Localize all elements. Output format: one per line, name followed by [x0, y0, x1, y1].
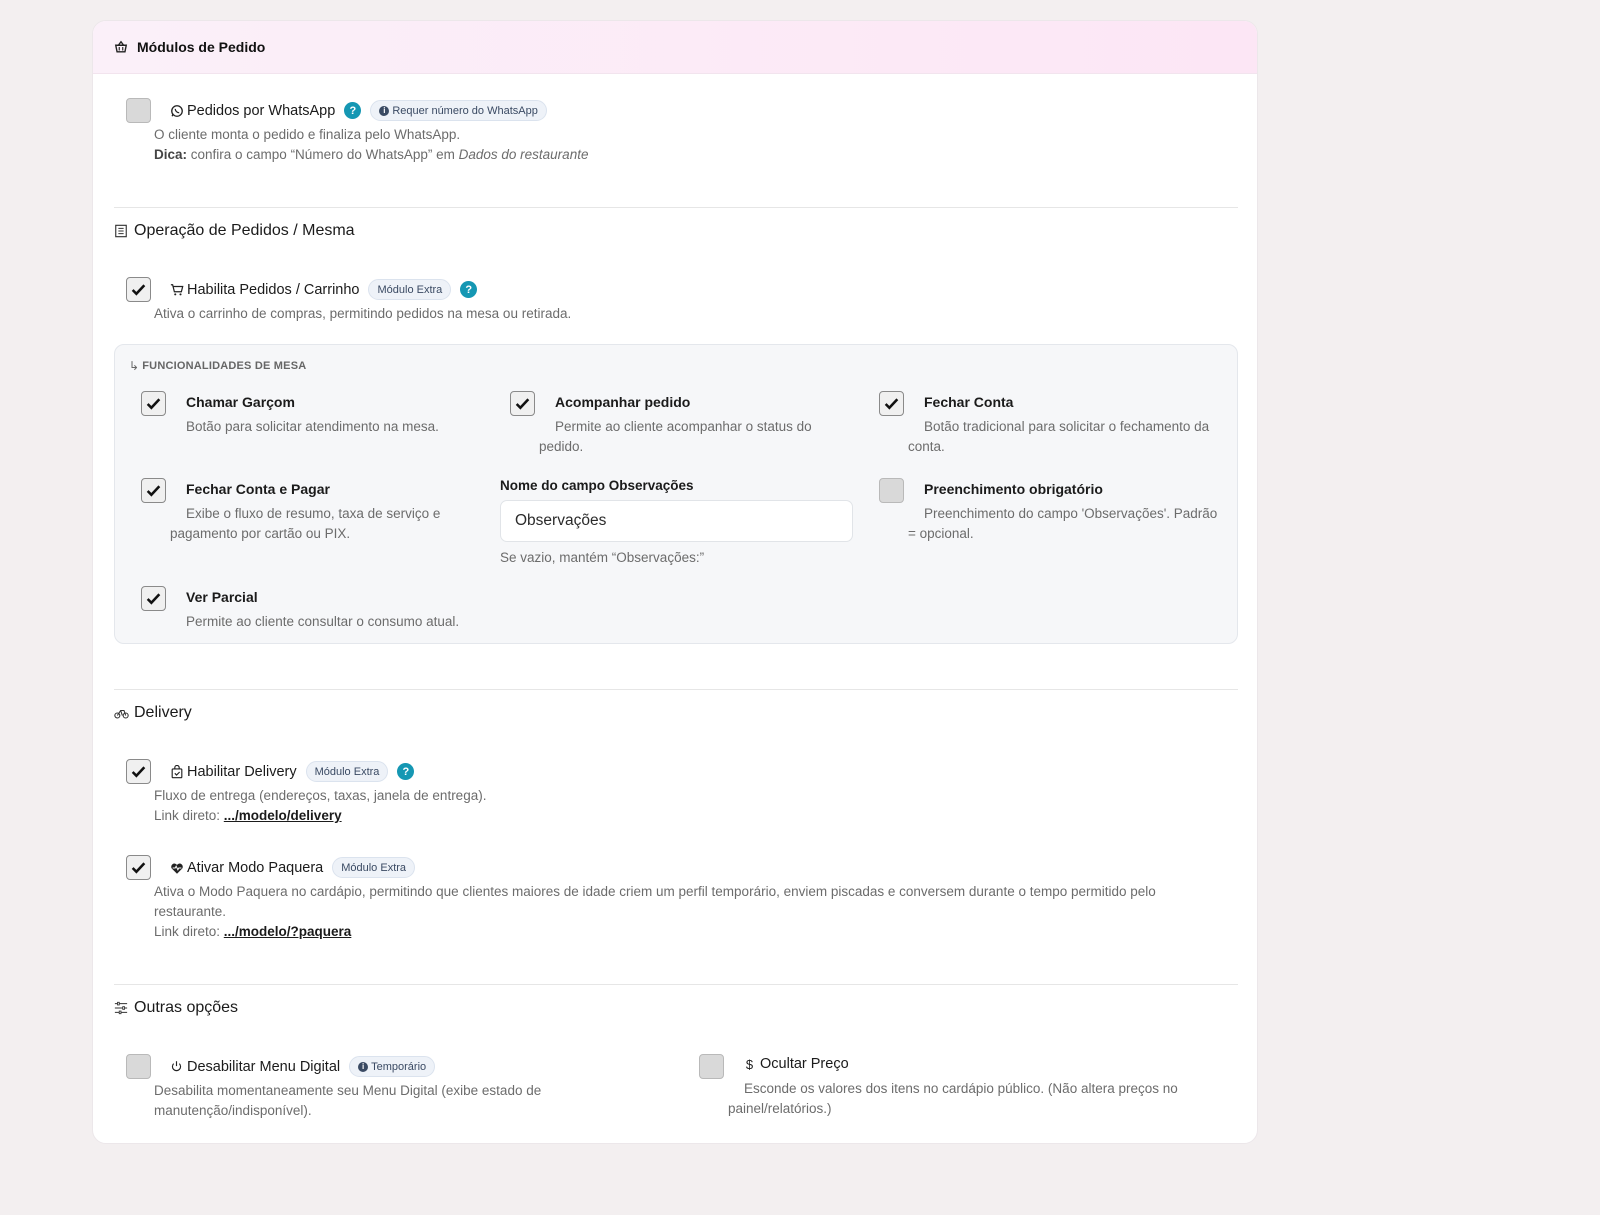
- partial-view-description: Permite ao cliente consultar o consumo a…: [186, 614, 460, 629]
- bicycle-icon: [114, 706, 129, 721]
- close-bill-title: Fechar Conta: [924, 394, 1014, 410]
- heart-pulse-icon: [169, 860, 184, 875]
- card-header: Módulos de Pedido: [93, 21, 1257, 74]
- disable-menu-description: Desabilita momentaneamente seu Menu Digi…: [154, 1083, 542, 1118]
- order-modules-card: Módulos de Pedido Pedidos por WhatsApp ?…: [92, 20, 1258, 1144]
- whatsapp-icon: [169, 103, 184, 118]
- required-fill-checkbox[interactable]: [879, 478, 904, 503]
- close-and-pay-checkbox[interactable]: [141, 478, 166, 503]
- paquera-description: Ativa o Modo Paquera no cardápio, permit…: [154, 884, 1156, 939]
- table-features-panel: ↳ FUNCIONALIDADES DE MESA Chamar Garçom …: [114, 344, 1238, 644]
- dollar-icon: $: [745, 1056, 754, 1072]
- call-waiter-description: Botão para solicitar atendimento na mesa…: [186, 419, 439, 434]
- partial-view-title: Ver Parcial: [186, 589, 258, 605]
- cart-option-title: Habilita Pedidos / Carrinho Módulo Extra…: [169, 279, 478, 300]
- cart-help-icon[interactable]: ?: [460, 281, 478, 298]
- info-icon: i: [358, 1061, 369, 1072]
- cart-checkbox[interactable]: [126, 277, 151, 302]
- card-title: Módulos de Pedido: [137, 39, 266, 55]
- cart-description: Ativa o carrinho de compras, permitindo …: [154, 306, 572, 321]
- close-and-pay-title: Fechar Conta e Pagar: [186, 481, 330, 497]
- paquera-option-title: Ativar Modo Paquera Módulo Extra: [169, 857, 416, 878]
- temporary-badge: i Temporário: [349, 1056, 436, 1077]
- whatsapp-requirement-badge: i Requer número do WhatsApp: [370, 100, 547, 121]
- basket-icon: [114, 40, 128, 54]
- observations-name-input[interactable]: [500, 500, 853, 542]
- track-order-checkbox[interactable]: [510, 391, 535, 416]
- subitem-arrow-icon: ↳: [129, 359, 140, 373]
- track-order-title: Acompanhar pedido: [555, 394, 691, 410]
- delivery-direct-link[interactable]: .../modelo/delivery: [224, 808, 342, 823]
- whatsapp-label: Pedidos por WhatsApp: [187, 102, 336, 119]
- close-bill-checkbox[interactable]: [879, 391, 904, 416]
- sliders-icon: [114, 1001, 129, 1016]
- call-waiter-title: Chamar Garçom: [186, 394, 295, 410]
- receipt-icon: [114, 224, 129, 239]
- required-fill-description: Preenchimento do campo 'Observações'. Pa…: [908, 506, 1218, 541]
- section-operacao-title: Operação de Pedidos / Mesma: [114, 222, 355, 240]
- module-extra-badge: Módulo Extra: [305, 761, 389, 782]
- hide-price-checkbox[interactable]: [699, 1054, 724, 1079]
- disable-menu-checkbox[interactable]: [126, 1054, 151, 1079]
- required-fill-title: Preenchimento obrigatório: [924, 481, 1103, 497]
- divider: [114, 984, 1238, 985]
- track-order-description: Permite ao cliente acompanhar o status d…: [539, 419, 812, 454]
- divider: [114, 689, 1238, 690]
- section-delivery-title: Delivery: [114, 704, 192, 722]
- power-icon: [169, 1059, 184, 1074]
- paquera-checkbox[interactable]: [126, 855, 151, 880]
- section-other-title: Outras opções: [114, 999, 238, 1017]
- observations-field-help: Se vazio, mantém “Observações:”: [500, 550, 705, 565]
- whatsapp-checkbox[interactable]: [126, 98, 151, 123]
- cart-icon: [169, 282, 184, 297]
- close-bill-description: Botão tradicional para solicitar o fecha…: [908, 419, 1210, 454]
- paquera-direct-link[interactable]: .../modelo/?paquera: [224, 924, 352, 939]
- partial-view-checkbox[interactable]: [141, 586, 166, 611]
- call-waiter-checkbox[interactable]: [141, 391, 166, 416]
- whatsapp-tip: Dica: confira o campo “Número do WhatsAp…: [154, 147, 589, 162]
- whatsapp-description: O cliente monta o pedido e finaliza pelo…: [154, 125, 588, 165]
- observations-field-label: Nome do campo Observações: [500, 478, 694, 493]
- divider: [114, 207, 1238, 208]
- delivery-checkbox[interactable]: [126, 759, 151, 784]
- module-extra-badge: Módulo Extra: [368, 279, 452, 300]
- table-features-label: ↳ FUNCIONALIDADES DE MESA: [129, 359, 307, 373]
- disable-menu-option-title: Desabilitar Menu Digital i Temporário: [169, 1056, 436, 1077]
- close-and-pay-description: Exibe o fluxo de resumo, taxa de serviço…: [170, 506, 441, 541]
- module-extra-badge: Módulo Extra: [332, 857, 416, 878]
- delivery-description: Fluxo de entrega (endereços, taxas, jane…: [154, 788, 487, 823]
- delivery-option-title: Habilitar Delivery Módulo Extra ?: [169, 761, 415, 782]
- hide-price-option-title: $ Ocultar Preço: [742, 1056, 849, 1072]
- info-icon: i: [379, 105, 390, 116]
- bag-check-icon: [169, 764, 184, 779]
- whatsapp-help-icon[interactable]: ?: [344, 102, 362, 119]
- hide-price-description: Esconde os valores dos itens no cardápio…: [728, 1081, 1178, 1116]
- delivery-help-icon[interactable]: ?: [397, 763, 415, 780]
- whatsapp-option-title: Pedidos por WhatsApp ? i Requer número d…: [169, 100, 547, 121]
